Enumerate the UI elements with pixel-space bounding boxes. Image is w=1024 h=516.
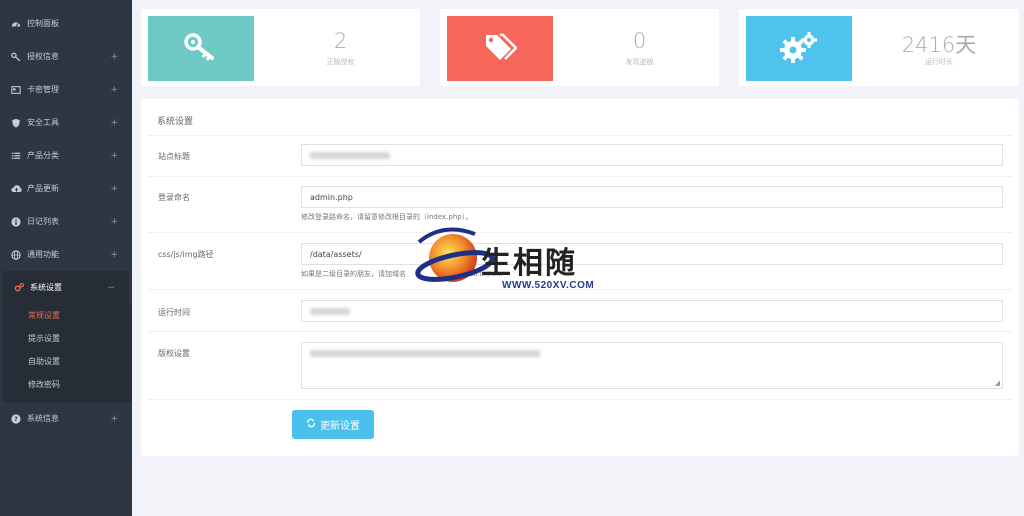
cloud-upload-icon — [10, 183, 22, 195]
asset-path-input[interactable]: /data/assets/ — [301, 243, 1003, 265]
tags-icon — [483, 32, 518, 66]
sidebar-item-label: 通用功能 — [27, 250, 59, 259]
resize-handle-icon[interactable]: ◢ — [995, 379, 1000, 387]
field-label-asset-path: css/js/img路径 — [158, 250, 214, 259]
login-name-help: 修改登录路命名，请留意修改根目录的（index.php）。 — [301, 213, 473, 221]
blurred-value — [310, 307, 350, 315]
sidebar: 控制面板 授权信息 + 卡密管理 + 安全工具 + 产品分类 + 产品更新 + 日记列表 + 通用功能 + … — [0, 0, 132, 516]
run-time-input[interactable] — [301, 300, 1003, 322]
question-icon: ? — [10, 413, 22, 425]
blurred-value — [310, 151, 390, 159]
sidebar-item[interactable]: 控制面板 — [0, 7, 132, 40]
dashboard-icon — [10, 18, 22, 30]
shield-icon — [10, 117, 22, 129]
sidebar-item[interactable]: 日记列表 + — [0, 205, 132, 238]
stat-value: 2416天 — [901, 33, 977, 57]
sidebar-item[interactable]: 产品更新 + — [0, 172, 132, 205]
cogs-icon — [13, 282, 25, 294]
sidebar-item-label: 安全工具 — [27, 118, 59, 127]
stat-label: 正版授权 — [326, 58, 355, 66]
sidebar-group-system-settings: 系统设置 − 常规设置 提示设置 自助设置 修改密码 — [3, 271, 132, 402]
divider — [148, 331, 1012, 332]
settings-panel: 系统设置 站点标题 登录命名 admin.php 修改登录路命名，请留意修改根目… — [141, 99, 1019, 456]
key-icon — [10, 51, 22, 63]
divider — [148, 176, 1012, 177]
login-name-input[interactable]: admin.php — [301, 186, 1003, 208]
expand-toggle[interactable]: + — [110, 217, 118, 227]
stat-value: 0 — [632, 29, 647, 53]
stat-value: 2 — [333, 29, 348, 53]
expand-toggle[interactable]: + — [110, 85, 118, 95]
field-label-login-name: 登录命名 — [158, 193, 190, 202]
stat-icon-box — [148, 16, 254, 81]
stat-icon-box — [447, 16, 553, 81]
submenu-item[interactable]: 常规设置 — [6, 304, 132, 327]
sidebar-item-label: 系统设置 — [30, 283, 62, 292]
sidebar-submenu: 常规设置 提示设置 自助设置 修改密码 — [6, 304, 132, 402]
expand-toggle[interactable]: + — [110, 184, 118, 194]
sidebar-item-label: 产品更新 — [27, 184, 59, 193]
sidebar-item[interactable]: 通用功能 + — [0, 238, 132, 271]
info-icon — [10, 216, 22, 228]
site-title-input[interactable] — [301, 144, 1003, 166]
sidebar-item-system-settings[interactable]: 系统设置 − — [3, 271, 129, 304]
sidebar-item-label: 授权信息 — [27, 52, 59, 61]
divider — [148, 232, 1012, 233]
svg-text:?: ? — [14, 416, 18, 423]
divider — [148, 289, 1012, 290]
expand-toggle[interactable]: + — [110, 151, 118, 161]
sidebar-item-label: 产品分类 — [27, 151, 59, 160]
collapse-toggle[interactable]: − — [107, 283, 115, 293]
asset-path-help: 如果是二级目录的朋友，请加域名 mao.cn/xxx — [301, 269, 503, 279]
divider — [148, 399, 1012, 400]
update-settings-button[interactable]: 更新设置 — [292, 410, 374, 439]
panel-title: 系统设置 — [157, 117, 194, 127]
asset-path-help-text: 如果是二级目录的朋友，请加域名 — [301, 270, 406, 278]
sidebar-item-label: 系统信息 — [27, 414, 59, 423]
expand-toggle[interactable]: + — [110, 118, 118, 128]
divider — [148, 135, 1012, 136]
sidebar-item[interactable]: 卡密管理 + — [0, 73, 132, 106]
copyright-textarea[interactable]: ◢ — [301, 342, 1003, 389]
stat-card-uptime: 2416天 运行时长 — [739, 9, 1019, 86]
list-icon — [10, 150, 22, 162]
sidebar-item-system-info[interactable]: ? 系统信息 + — [0, 402, 132, 435]
key-icon — [184, 32, 218, 65]
sidebar-item[interactable]: 授权信息 + — [0, 40, 132, 73]
globe-icon — [10, 249, 22, 261]
stat-label: 运行时长 — [925, 58, 953, 66]
expand-toggle[interactable]: + — [110, 250, 118, 260]
stat-card-licenses: 2 正版授权 — [141, 9, 420, 86]
refresh-icon — [306, 418, 316, 431]
field-label-run-time: 运行时间 — [158, 308, 190, 317]
update-settings-label: 更新设置 — [320, 421, 360, 432]
stat-card-piracy: 0 发现盗版 — [440, 9, 719, 86]
sidebar-item-label: 日记列表 — [27, 217, 59, 226]
sidebar-item-label: 卡密管理 — [27, 85, 59, 94]
card-icon — [10, 84, 22, 96]
field-label-site-title: 站点标题 — [158, 152, 190, 161]
submenu-item[interactable]: 自助设置 — [6, 350, 132, 373]
cogs-icon — [780, 31, 818, 67]
sidebar-item-label: 控制面板 — [27, 19, 59, 28]
stat-label: 发现盗版 — [625, 58, 654, 66]
expand-toggle[interactable]: + — [110, 52, 118, 62]
stat-icon-box — [746, 16, 852, 81]
blurred-value — [310, 350, 540, 357]
submenu-item[interactable]: 修改密码 — [6, 373, 132, 396]
field-label-copyright: 版权设置 — [158, 349, 190, 358]
submenu-item[interactable]: 提示设置 — [6, 327, 132, 350]
asset-path-help-tail: mao.cn/xxx — [462, 270, 503, 278]
sidebar-item[interactable]: 安全工具 + — [0, 106, 132, 139]
sidebar-item[interactable]: 产品分类 + — [0, 139, 132, 172]
expand-toggle[interactable]: + — [110, 414, 118, 424]
